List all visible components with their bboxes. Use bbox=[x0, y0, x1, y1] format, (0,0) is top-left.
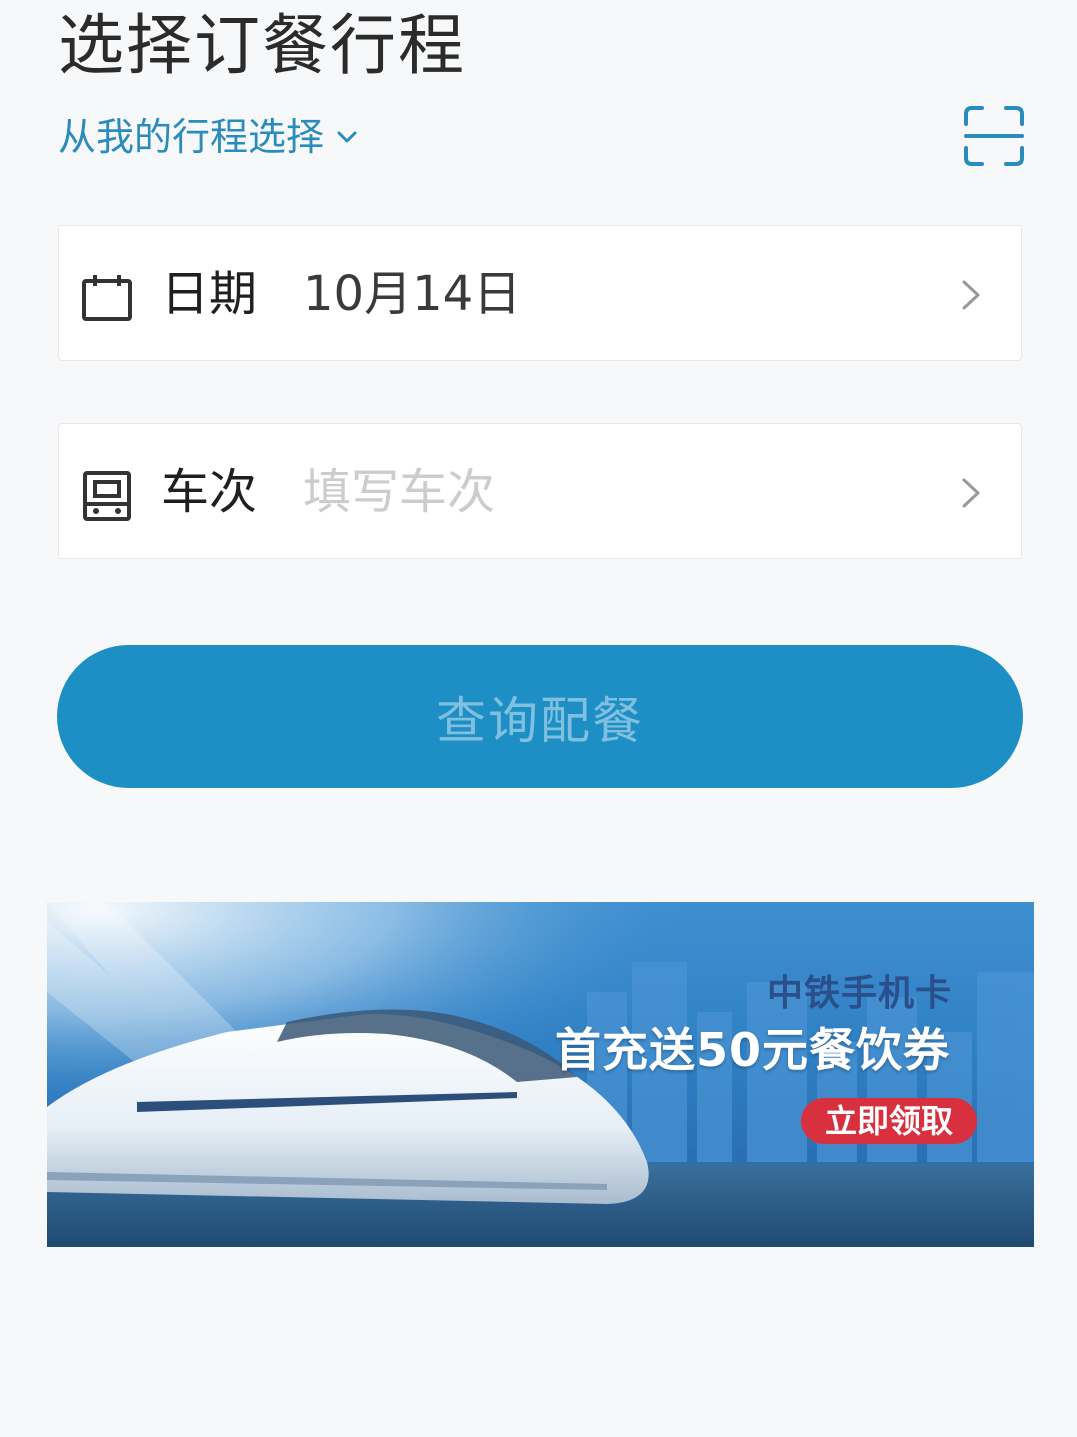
banner-brand: 中铁手机卡 bbox=[767, 973, 953, 1014]
page: 选择订餐行程 从我的行程选择 日期 10月14日 车次 填写车次 查询配餐 中铁… bbox=[0, 0, 1077, 1437]
date-value: 10月14日 bbox=[303, 266, 522, 322]
date-field[interactable]: 日期 10月14日 bbox=[58, 225, 1022, 361]
query-meal-button[interactable]: 查询配餐 bbox=[57, 645, 1023, 788]
trip-select-label: 从我的行程选择 bbox=[58, 115, 325, 159]
train-number-input[interactable]: 填写车次 bbox=[303, 464, 495, 520]
train-number-field[interactable]: 车次 填写车次 bbox=[58, 423, 1022, 559]
chevron-down-icon bbox=[337, 131, 357, 143]
scan-icon[interactable] bbox=[962, 104, 1026, 168]
train-icon bbox=[83, 471, 131, 521]
promo-banner[interactable]: 中铁手机卡 首充送50元餐饮券 立即领取 bbox=[47, 902, 1034, 1247]
train-label: 车次 bbox=[161, 464, 258, 520]
chevron-right-icon bbox=[962, 280, 980, 310]
chevron-right-icon bbox=[962, 478, 980, 508]
page-title: 选择订餐行程 bbox=[58, 7, 466, 84]
banner-promo-text: 首充送50元餐饮券 bbox=[555, 1023, 951, 1077]
date-label: 日期 bbox=[161, 266, 258, 322]
claim-now-button[interactable]: 立即领取 bbox=[801, 1098, 977, 1144]
trip-select-dropdown[interactable]: 从我的行程选择 bbox=[58, 112, 358, 162]
calendar-icon bbox=[82, 275, 132, 321]
